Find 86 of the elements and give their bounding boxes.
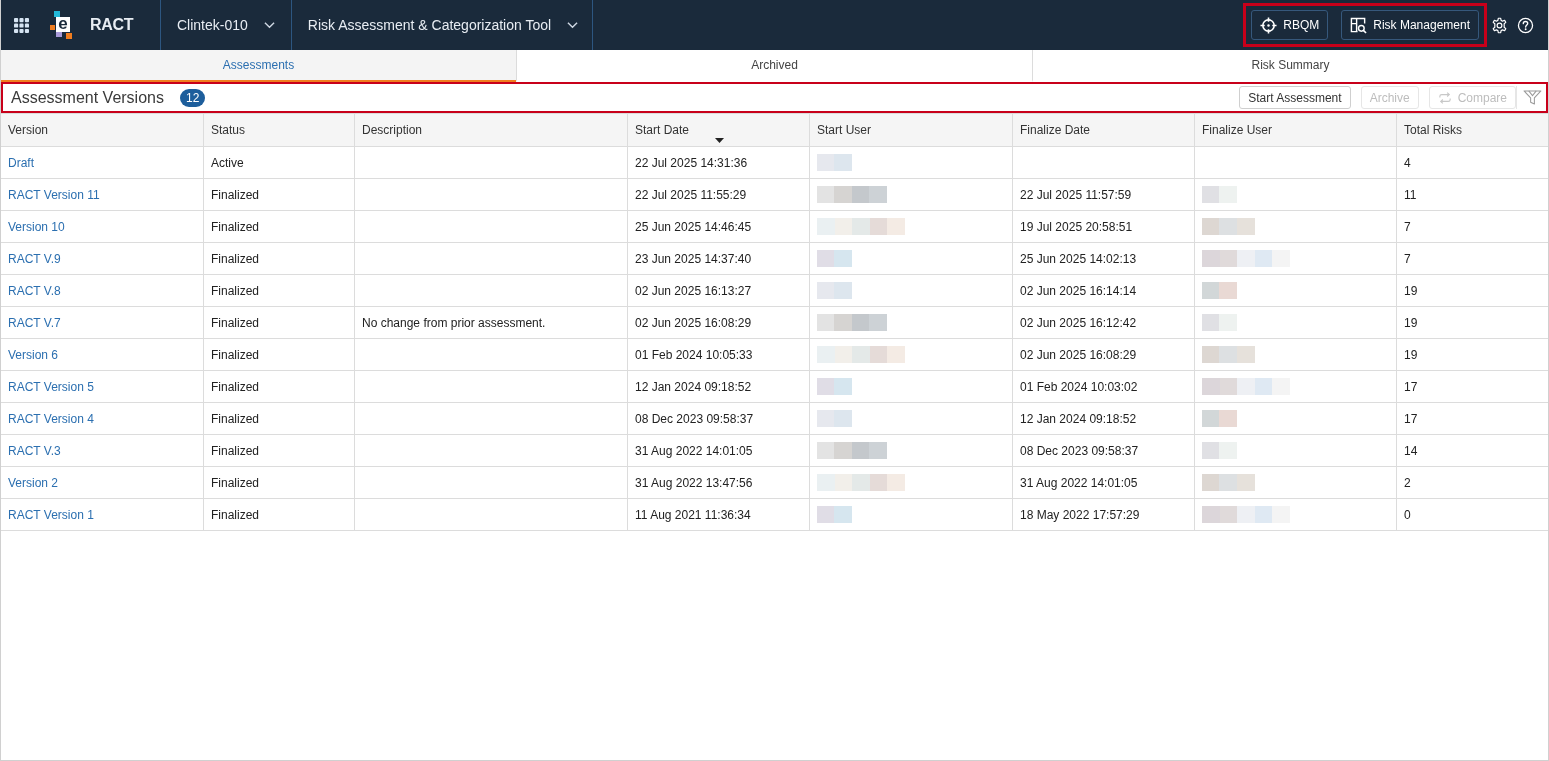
chevron-down-icon	[567, 21, 579, 29]
version-link[interactable]: RACT V.9	[8, 251, 61, 266]
table-cell-text: 19	[1403, 346, 1419, 364]
sort-descending-icon	[714, 138, 724, 143]
table-cell: Finalized	[204, 179, 355, 210]
table-cell-text: 19	[1403, 314, 1419, 332]
table-cell: Finalized	[204, 211, 355, 242]
count-badge: 12	[179, 88, 206, 107]
table-cell: 22 Jul 2025 14:31:36	[628, 147, 810, 178]
table-cell: No change from prior assessment.	[355, 307, 628, 338]
table-cell-text: 4	[1403, 154, 1412, 172]
table-cell-text: 14	[1403, 442, 1419, 460]
table-cell: 01 Feb 2024 10:03:02	[1013, 371, 1195, 402]
table-cell: 01 Feb 2024 10:05:33	[628, 339, 810, 370]
table-cell: 02 Jun 2025 16:12:42	[1013, 307, 1195, 338]
table-cell: Finalized	[204, 499, 355, 530]
table-cell: 08 Dec 2023 09:58:37	[1013, 435, 1195, 466]
version-link[interactable]: RACT V.7	[8, 315, 61, 330]
table-cell: Finalized	[204, 467, 355, 498]
version-link[interactable]: RACT Version 11	[8, 187, 100, 202]
apps-grid-icon[interactable]	[14, 17, 29, 33]
table-cell: 25 Jun 2025 14:46:45	[628, 211, 810, 242]
table-cell: 12 Jan 2024 09:18:52	[628, 371, 810, 402]
table-cell-text: 0	[1403, 506, 1412, 524]
table-cell: 02 Jun 2025 16:08:29	[628, 307, 810, 338]
crosshair-icon	[1260, 16, 1278, 34]
table-cell: 23 Jun 2025 14:37:40	[628, 243, 810, 274]
table-cell-text: 7	[1403, 218, 1412, 236]
version-link[interactable]: Draft	[8, 155, 34, 170]
app-action-button[interactable]: Risk Management	[1341, 10, 1479, 40]
toolbar-button[interactable]: Start Assessment	[1239, 86, 1351, 109]
table-cell: 22 Jul 2025 11:57:59	[1013, 179, 1195, 210]
table-cell-text: 19	[1403, 282, 1419, 300]
filter-icon[interactable]	[1523, 90, 1542, 105]
app-action-button[interactable]: RBQM	[1251, 10, 1329, 40]
table-cell-text: 17	[1403, 378, 1419, 396]
column-header[interactable]: Description	[362, 123, 423, 137]
table-cell: 19 Jul 2025 20:58:51	[1013, 211, 1195, 242]
table-cell: 25 Jun 2025 14:02:13	[1013, 243, 1195, 274]
window-magnifier-icon	[1350, 16, 1368, 34]
table-cell: 02 Jun 2025 16:13:27	[628, 275, 810, 306]
section-title: Assessment Versions	[11, 88, 164, 107]
version-link[interactable]: Version 6	[8, 347, 59, 362]
settings-icon[interactable]	[1491, 16, 1508, 34]
table-cell: Finalized	[204, 339, 355, 370]
table-cell: 02 Jun 2025 16:14:14	[1013, 275, 1195, 306]
swap-arrows-icon	[1437, 91, 1452, 104]
help-icon[interactable]	[1517, 16, 1534, 34]
table-cell-text: 17	[1403, 410, 1419, 428]
table-cell: 11 Aug 2021 11:36:34	[628, 499, 810, 530]
column-header[interactable]: Version	[8, 123, 49, 137]
version-link[interactable]: RACT Version 4	[8, 411, 94, 426]
table-cell-text: 2	[1403, 474, 1412, 492]
table-cell: Finalized	[204, 371, 355, 402]
table-cell: 18 May 2022 17:57:29	[1013, 499, 1195, 530]
table-cell: 22 Jul 2025 11:55:29	[628, 179, 810, 210]
chevron-down-icon	[263, 21, 275, 29]
table-cell-text: 7	[1403, 250, 1412, 268]
table-cell: 02 Jun 2025 16:08:29	[1013, 339, 1195, 370]
app-name: RACT	[90, 16, 134, 34]
table-cell: Finalized	[204, 243, 355, 274]
app-logo: e	[50, 11, 72, 39]
column-header[interactable]: Start Date	[635, 123, 690, 137]
table-cell: Finalized	[204, 435, 355, 466]
column-header[interactable]: Finalize User	[1202, 123, 1273, 137]
version-link[interactable]: RACT Version 1	[8, 507, 94, 522]
table-cell: Finalized	[204, 403, 355, 434]
table-cell: 31 Aug 2022 14:01:05	[628, 435, 810, 466]
table-cell: Finalized	[204, 275, 355, 306]
table-cell: 31 Aug 2022 13:47:56	[628, 467, 810, 498]
table-cell: 08 Dec 2023 09:58:37	[628, 403, 810, 434]
version-link[interactable]: Version 10	[8, 219, 65, 234]
tab[interactable]: Assessments	[1, 50, 516, 82]
table-cell: 12 Jan 2024 09:18:52	[1013, 403, 1195, 434]
version-link[interactable]: RACT V.8	[8, 283, 61, 298]
table-cell: Finalized	[204, 307, 355, 338]
version-link[interactable]: Version 2	[8, 475, 59, 490]
version-link[interactable]: RACT Version 5	[8, 379, 94, 394]
table-cell: 31 Aug 2022 14:01:05	[1013, 467, 1195, 498]
table-cell-text: 11	[1403, 186, 1418, 204]
version-link[interactable]: RACT V.3	[8, 443, 61, 458]
column-header[interactable]: Start User	[817, 123, 871, 137]
table-cell: Active	[204, 147, 355, 178]
column-header[interactable]: Finalize Date	[1020, 123, 1091, 137]
column-header[interactable]: Total Risks	[1404, 123, 1462, 137]
column-header[interactable]: Status	[211, 123, 246, 137]
